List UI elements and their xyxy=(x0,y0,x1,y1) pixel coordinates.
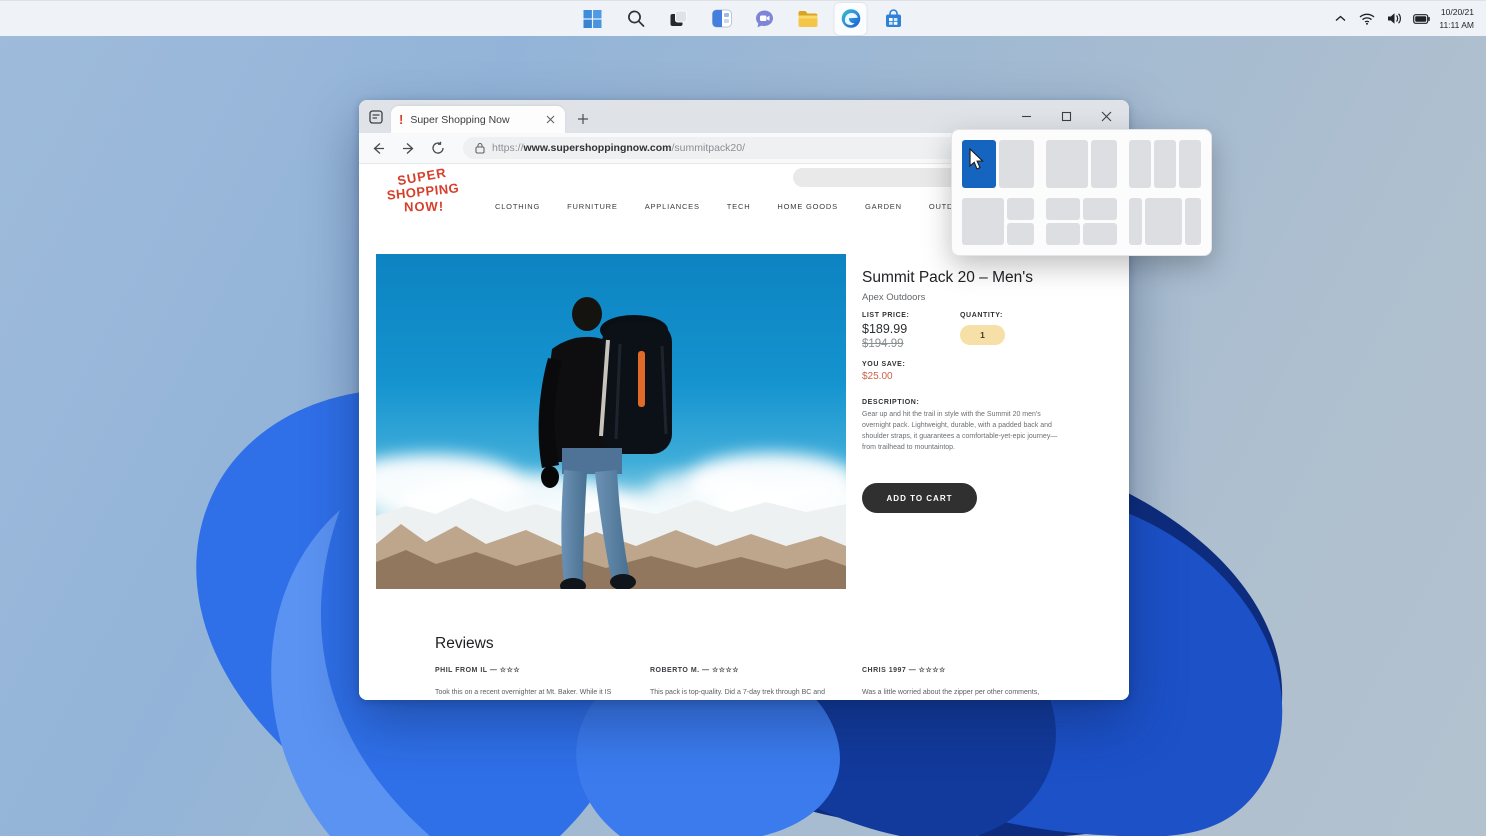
snap-layout-narrow-wide-narrow[interactable] xyxy=(1129,197,1201,245)
tab-close-icon[interactable] xyxy=(543,113,557,127)
snap-layouts-flyout xyxy=(951,129,1212,256)
nav-home-goods[interactable]: HOME GOODS xyxy=(777,202,838,211)
snap-cell-left-full[interactable] xyxy=(962,197,1005,245)
quantity-label: QUANTITY: xyxy=(960,312,1003,319)
snap-layout-half-plus-stacked[interactable] xyxy=(962,197,1034,245)
nav-garden[interactable]: GARDEN xyxy=(865,202,902,211)
refresh-icon[interactable] xyxy=(429,139,447,157)
nav-appliances[interactable]: APPLIANCES xyxy=(645,202,700,211)
review-author-rating: PHIL FROM IL — ☆☆☆ xyxy=(435,667,521,674)
site-logo[interactable]: SUPER SHOPPING NOW! xyxy=(377,165,470,217)
snap-cell-wide-middle[interactable] xyxy=(1144,197,1183,245)
product-brand: Apex Outdoors xyxy=(862,292,926,303)
tab-actions-icon[interactable] xyxy=(367,108,385,126)
snap-cell-bottom-left[interactable] xyxy=(1045,222,1080,245)
product-image xyxy=(376,254,846,589)
snap-cell-narrow-left[interactable] xyxy=(1129,197,1142,245)
task-view-icon[interactable] xyxy=(663,3,695,35)
description-text: Gear up and hit the trail in style with … xyxy=(862,411,1058,451)
snap-cell-col3[interactable] xyxy=(1179,140,1201,188)
product-details: Summit Pack 20 – Men's Apex Outdoors xyxy=(862,269,1072,303)
taskbar-clock[interactable]: 10/20/21 11:11 AM xyxy=(1439,6,1480,32)
list-price-label: LIST PRICE: xyxy=(862,312,910,319)
edge-icon[interactable] xyxy=(834,2,867,35)
snap-cell-right-half[interactable] xyxy=(999,140,1034,188)
speaker-icon[interactable] xyxy=(1385,10,1403,28)
snap-cell-right-top[interactable] xyxy=(1007,197,1034,220)
browser-tab[interactable]: ! Super Shopping Now xyxy=(391,106,565,133)
store-icon[interactable] xyxy=(878,3,910,35)
snap-cell-top-left[interactable] xyxy=(1045,197,1080,220)
review-card: CHRIS 1997 — ☆☆☆☆ Was a little worried a… xyxy=(862,666,1054,699)
file-explorer-icon[interactable] xyxy=(792,3,824,35)
old-price: $194.99 xyxy=(862,338,904,350)
snap-cell-wide-left[interactable] xyxy=(1045,140,1088,188)
review-preview: Took this on a recent overnighter at Mt.… xyxy=(435,689,612,696)
quantity-stepper[interactable]: 1 xyxy=(960,325,1005,345)
new-tab-button[interactable] xyxy=(573,109,593,129)
quantity-block: QUANTITY: 1 xyxy=(960,312,1030,345)
snap-cell-col2[interactable] xyxy=(1154,140,1177,188)
site-nav: CLOTHING FURNITURE APPLIANCES TECH HOME … xyxy=(495,202,973,211)
you-save-value: $25.00 xyxy=(862,371,893,382)
widgets-icon[interactable] xyxy=(706,3,738,35)
description-label: DESCRIPTION: xyxy=(862,399,920,406)
you-save-label: YOU SAVE: xyxy=(862,361,906,368)
back-arrow-icon[interactable] xyxy=(369,139,387,157)
snap-cell-col1[interactable] xyxy=(1129,140,1152,188)
snap-layout-wide-left[interactable] xyxy=(1045,140,1118,188)
review-card: ROBERTO M. — ☆☆☆☆ This pack is top-quali… xyxy=(650,666,842,699)
snap-cell-narrow-right[interactable] xyxy=(1090,140,1118,188)
mouse-cursor xyxy=(969,148,984,170)
snap-layout-quad-grid[interactable] xyxy=(1045,197,1118,245)
review-author-rating: CHRIS 1997 — ☆☆☆☆ xyxy=(862,667,946,674)
review-author-rating: ROBERTO M. — ☆☆☆☆ xyxy=(650,667,740,674)
tab-title: Super Shopping Now xyxy=(410,113,510,126)
window-controls xyxy=(1013,104,1119,128)
wifi-icon[interactable] xyxy=(1358,10,1376,28)
nav-clothing[interactable]: CLOTHING xyxy=(495,202,540,211)
lock-icon xyxy=(475,142,485,154)
review-preview: Was a little worried about the zipper pe… xyxy=(862,689,1040,696)
battery-icon[interactable] xyxy=(1412,10,1430,28)
maximize-button[interactable] xyxy=(1053,104,1079,128)
taskbar-center-icons xyxy=(577,2,910,35)
system-tray: 10/20/21 11:11 AM xyxy=(1331,6,1480,32)
snap-layout-three-columns[interactable] xyxy=(1129,140,1201,188)
minimize-button[interactable] xyxy=(1013,104,1039,128)
chevron-up-icon[interactable] xyxy=(1331,10,1349,28)
review-preview: This pack is top-quality. Did a 7-day tr… xyxy=(650,689,825,696)
product-title: Summit Pack 20 – Men's xyxy=(862,269,1033,286)
close-window-button[interactable] xyxy=(1093,104,1119,128)
forward-arrow-icon[interactable] xyxy=(399,139,417,157)
start-button-icon[interactable] xyxy=(577,3,609,35)
you-save-block: YOU SAVE: $25.00 xyxy=(862,361,905,382)
snap-cell-narrow-right[interactable] xyxy=(1185,197,1201,245)
description-block: DESCRIPTION: Gear up and hit the trail i… xyxy=(862,399,1062,453)
price-block: LIST PRICE: $189.99 $194.99 xyxy=(862,312,909,350)
current-price: $189.99 xyxy=(862,322,908,336)
url-text: https://www.supershoppingnow.com/summitp… xyxy=(492,142,746,154)
nav-furniture[interactable]: FURNITURE xyxy=(567,202,618,211)
tray-time: 11:11 AM xyxy=(1439,19,1474,30)
reviews-heading: Reviews xyxy=(435,635,494,652)
snap-cell-top-right[interactable] xyxy=(1083,197,1118,220)
nav-tech[interactable]: TECH xyxy=(727,202,751,211)
chat-icon[interactable] xyxy=(749,3,781,35)
add-to-cart-button[interactable]: ADD TO CART xyxy=(862,483,977,513)
desktop: ! Super Shopping Now https://www.supersh… xyxy=(0,0,1486,836)
tray-date: 10/20/21 xyxy=(1440,6,1474,17)
snap-cell-bottom-right[interactable] xyxy=(1083,222,1118,245)
snap-cell-right-bottom[interactable] xyxy=(1007,222,1034,245)
tab-favicon-exclamation-icon: ! xyxy=(399,112,404,127)
review-card: PHIL FROM IL — ☆☆☆ Took this on a recent… xyxy=(435,666,627,699)
search-icon[interactable] xyxy=(620,3,652,35)
